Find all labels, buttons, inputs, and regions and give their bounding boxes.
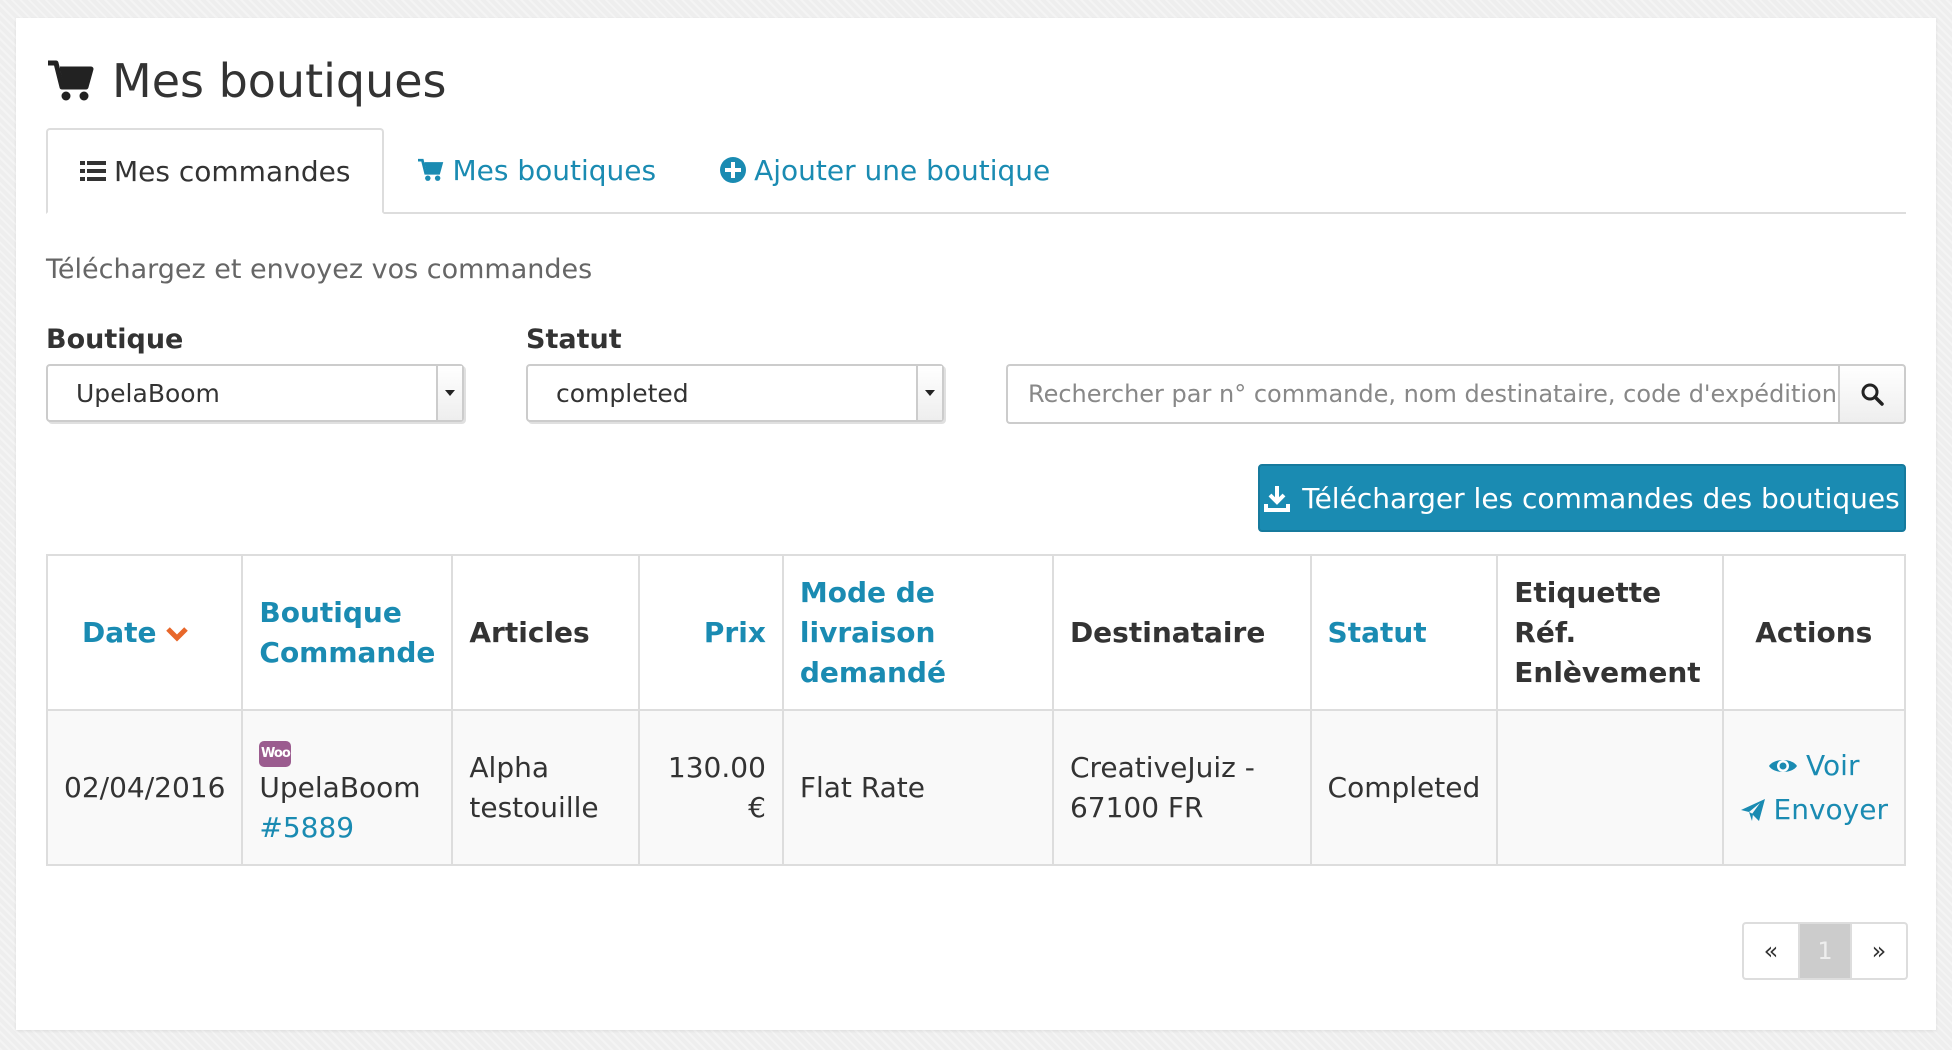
col-articles: Articles: [451, 554, 640, 711]
section-subtitle: Téléchargez et envoyez vos commandes: [46, 254, 593, 285]
woocommerce-icon: Woo: [259, 740, 292, 767]
pagination-page-1[interactable]: 1: [1798, 924, 1852, 978]
tab-ajouter-boutique[interactable]: Ajouter une boutique: [688, 128, 1082, 212]
download-icon: [1264, 486, 1291, 512]
statut-label: Statut: [526, 324, 622, 355]
page-title: Mes boutiques: [112, 54, 447, 108]
cell-destinataire: CreativeJuiz - 67100 FR: [1051, 709, 1312, 866]
paper-plane-icon: [1740, 798, 1765, 821]
tab-label: Ajouter une boutique: [754, 153, 1051, 187]
search-group: Rechercher par n° commande, nom destinat…: [1006, 364, 1906, 424]
tab-bar: Mes commandes Mes boutiques Ajouter une …: [46, 128, 1906, 214]
cell-date: 02/04/2016: [45, 709, 244, 866]
col-boutique[interactable]: Boutique Commande: [241, 554, 454, 711]
page-header: Mes boutiques: [46, 46, 447, 116]
boutique-select-value: UpelaBoom: [76, 378, 220, 408]
chevron-down-icon: [916, 366, 942, 420]
list-icon: [80, 161, 106, 181]
cell-articles: Alpha testouille: [451, 709, 640, 866]
cell-actions: Voir Envoyer: [1721, 709, 1906, 866]
view-action[interactable]: Voir: [1740, 746, 1889, 786]
boutique-select[interactable]: UpelaBoom: [46, 364, 464, 422]
chevron-down-icon: [436, 366, 462, 420]
col-etiquette: Etiquette Réf. Enlèvement: [1496, 554, 1724, 711]
table-header-row: Date Boutique Commande Articles Prix Mod…: [45, 554, 1906, 711]
col-date[interactable]: Date: [45, 554, 244, 711]
cell-statut: Completed: [1309, 709, 1499, 866]
col-actions: Actions: [1721, 554, 1906, 711]
tab-label: Mes commandes: [114, 154, 351, 188]
download-label: Télécharger les commandes des boutiques: [1302, 481, 1900, 515]
statut-select[interactable]: completed: [526, 364, 944, 422]
send-action[interactable]: Envoyer: [1740, 790, 1889, 830]
eye-icon: [1769, 759, 1798, 772]
search-input[interactable]: Rechercher par n° commande, nom destinat…: [1006, 364, 1838, 424]
tab-mes-commandes[interactable]: Mes commandes: [46, 128, 385, 214]
download-orders-button[interactable]: Télécharger les commandes des boutiques: [1258, 464, 1906, 532]
shopping-cart-icon: [48, 60, 94, 101]
statut-select-value: completed: [556, 378, 689, 408]
shop-name: UpelaBoom: [259, 770, 421, 804]
sort-desc-icon: [166, 626, 189, 642]
search-button[interactable]: [1838, 364, 1906, 424]
cell-mode: Flat Rate: [781, 709, 1054, 866]
order-link[interactable]: #5889: [259, 811, 354, 844]
orders-table: Date Boutique Commande Articles Prix Mod…: [45, 554, 1906, 866]
plus-circle-icon: [720, 157, 747, 183]
tab-label: Mes boutiques: [452, 153, 657, 187]
cell-prix: 130.00 €: [637, 709, 784, 866]
table-row: 02/04/2016 Woo UpelaBoom #5889 Alpha tes…: [45, 709, 1906, 866]
pagination: « 1 »: [1742, 922, 1908, 980]
search-icon: [1861, 383, 1884, 406]
col-statut[interactable]: Statut: [1309, 554, 1499, 711]
col-mode-livraison[interactable]: Mode de livraison demandé: [781, 554, 1054, 711]
col-destinataire: Destinataire: [1051, 554, 1312, 711]
boutique-label: Boutique: [46, 324, 184, 355]
cell-etiquette: [1496, 709, 1724, 866]
pagination-next[interactable]: »: [1852, 924, 1906, 978]
main-panel: Mes boutiques Mes commandes Mes boutique…: [16, 18, 1936, 1030]
cell-boutique: Woo UpelaBoom #5889: [241, 709, 454, 866]
tab-mes-boutiques[interactable]: Mes boutiques: [384, 128, 688, 212]
shopping-cart-icon: [418, 158, 444, 181]
col-prix[interactable]: Prix: [637, 554, 784, 711]
pagination-prev[interactable]: «: [1744, 924, 1798, 978]
